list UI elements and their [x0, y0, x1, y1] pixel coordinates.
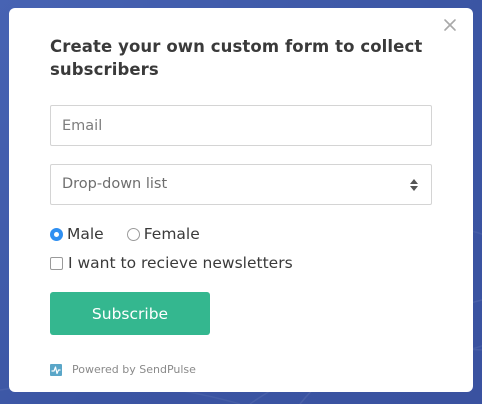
- newsletter-option[interactable]: I want to recieve newsletters: [50, 253, 293, 273]
- close-icon: [444, 19, 456, 31]
- close-button[interactable]: [441, 16, 459, 34]
- newsletter-checkbox[interactable]: [50, 256, 63, 270]
- subscription-form-modal: Create your own custom form to collect s…: [9, 8, 473, 392]
- radio-button-male[interactable]: [50, 227, 63, 241]
- gender-radio-group: Male Female: [50, 224, 223, 244]
- email-field-wrapper: [50, 105, 432, 146]
- dropdown-value: Drop-down list: [62, 176, 168, 192]
- radio-button-female[interactable]: [126, 227, 140, 241]
- newsletter-label: I want to recieve newsletters: [68, 254, 293, 272]
- radio-option-female[interactable]: Female: [126, 225, 200, 243]
- radio-label-female: Female: [143, 225, 200, 243]
- radio-label-male: Male: [67, 225, 104, 243]
- powered-by-text: Powered by SendPulse: [72, 363, 196, 376]
- sendpulse-logo-icon: [50, 363, 62, 376]
- email-input[interactable]: [51, 106, 431, 145]
- dropdown-select[interactable]: Drop-down list: [50, 164, 432, 205]
- powered-by-link[interactable]: Powered by SendPulse: [50, 363, 196, 376]
- subscribe-button[interactable]: Subscribe: [50, 292, 210, 335]
- form-title: Create your own custom form to collect s…: [50, 37, 423, 79]
- radio-option-male[interactable]: Male: [50, 225, 104, 243]
- sort-arrows-icon: [410, 179, 418, 191]
